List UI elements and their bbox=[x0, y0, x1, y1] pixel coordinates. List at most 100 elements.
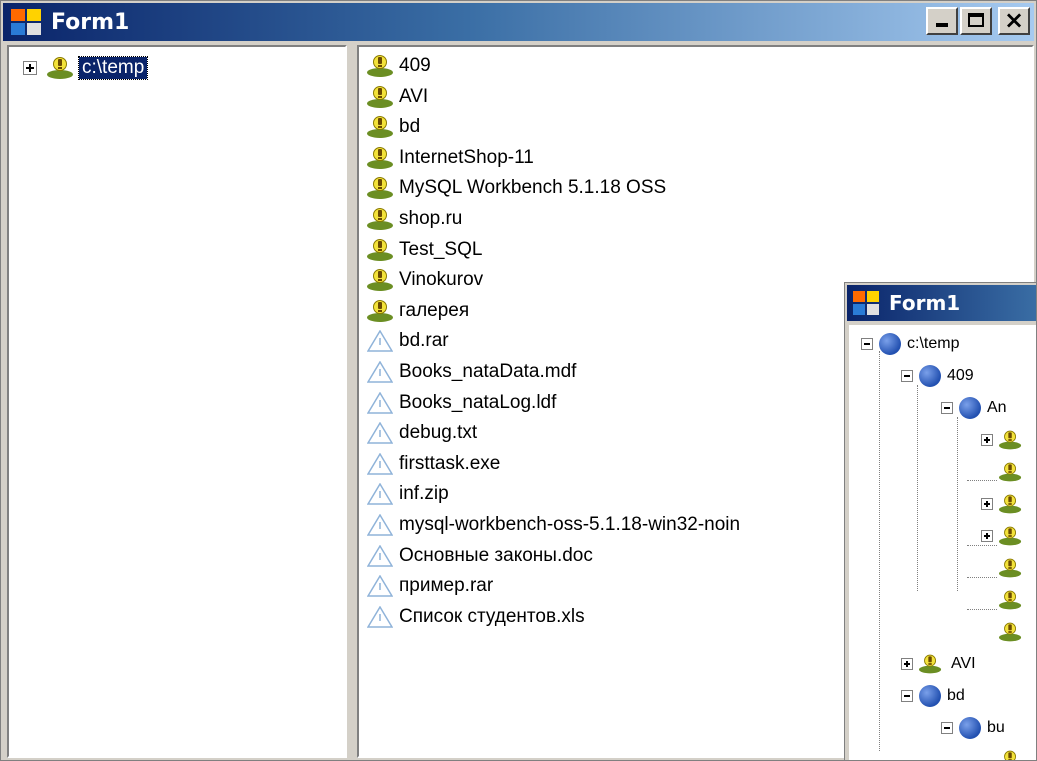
file-item[interactable]: mysql-workbench-oss-5.1.18-win32-noin bbox=[367, 510, 740, 540]
blue-sphere-icon bbox=[959, 397, 981, 419]
item-label: firsttask.exe bbox=[399, 452, 501, 474]
inset-node-label[interactable]: bu bbox=[987, 719, 1005, 737]
smiley-folder-icon bbox=[367, 85, 393, 108]
maximize-button[interactable] bbox=[960, 7, 992, 35]
collapse-minus-icon[interactable] bbox=[901, 690, 913, 702]
inset-node-child[interactable] bbox=[999, 745, 1025, 760]
folder-item[interactable]: Test_SQL bbox=[367, 235, 482, 265]
item-label: Books_nataLog.ldf bbox=[399, 391, 557, 413]
tree-guide-line bbox=[917, 385, 918, 591]
smiley-folder-icon bbox=[999, 462, 1022, 482]
minimize-icon bbox=[936, 23, 948, 27]
smiley-folder-icon bbox=[919, 654, 942, 674]
tree-node-label[interactable]: c:\temp bbox=[77, 56, 149, 80]
folder-item[interactable]: InternetShop-11 bbox=[367, 143, 534, 173]
smiley-folder-icon bbox=[367, 55, 393, 77]
expand-plus-icon[interactable] bbox=[981, 434, 993, 446]
inset-node-label[interactable]: 409 bbox=[947, 367, 974, 385]
folder-item[interactable]: галерея bbox=[367, 296, 469, 326]
expand-plus-icon[interactable] bbox=[23, 61, 37, 75]
expand-plus-icon[interactable] bbox=[981, 530, 993, 542]
inset-node-bu[interactable]: bu bbox=[941, 713, 1005, 743]
smiley-folder-icon bbox=[367, 299, 393, 322]
inset-node-an[interactable]: An bbox=[941, 393, 1007, 423]
expand-plus-icon[interactable] bbox=[981, 498, 993, 510]
smiley-folder-icon bbox=[367, 238, 393, 261]
file-item[interactable]: Список студентов.xls bbox=[367, 602, 585, 632]
tree-guide-line bbox=[967, 609, 997, 610]
inset-title-bar[interactable]: Form1 bbox=[847, 285, 1036, 321]
tree-guide-line bbox=[967, 577, 997, 578]
item-label: 409 bbox=[399, 55, 431, 76]
inset-node-avi[interactable]: AVI bbox=[901, 649, 976, 679]
smiley-folder-icon bbox=[999, 750, 1021, 760]
inset-node-child[interactable] bbox=[981, 489, 1025, 519]
inset-node-child[interactable] bbox=[999, 553, 1025, 583]
smiley-folder-icon bbox=[367, 116, 393, 139]
inset-node-child[interactable] bbox=[999, 617, 1025, 647]
folder-item[interactable]: Vinokurov bbox=[367, 265, 483, 295]
folder-item[interactable]: MySQL Workbench 5.1.18 OSS bbox=[367, 173, 666, 203]
smiley-folder-icon bbox=[999, 430, 1022, 450]
tree-guide-line bbox=[967, 480, 997, 481]
inset-node-child[interactable] bbox=[981, 425, 1025, 455]
inset-node-label[interactable]: AVI bbox=[951, 655, 976, 673]
file-item[interactable]: firsttask.exe bbox=[367, 449, 500, 479]
title-bar[interactable]: Form1 × bbox=[3, 3, 1034, 41]
close-button[interactable]: × bbox=[998, 6, 1030, 35]
item-label: Основные законы.doc bbox=[399, 544, 593, 566]
warning-triangle-icon bbox=[367, 361, 393, 383]
file-item[interactable]: inf.zip bbox=[367, 479, 449, 509]
inset-tree[interactable]: c:\temp 409 An AVI bd bu bbox=[849, 325, 1036, 760]
directory-tree[interactable]: c:\temp bbox=[7, 45, 347, 758]
minimize-button[interactable] bbox=[926, 7, 958, 35]
smiley-folder-icon bbox=[367, 208, 393, 230]
inset-node-label[interactable]: c:\temp bbox=[907, 335, 959, 353]
item-label: Список студентов.xls bbox=[399, 605, 585, 627]
folder-item[interactable]: 409 bbox=[367, 51, 431, 81]
smiley-folder-icon bbox=[47, 57, 73, 79]
item-label: bd bbox=[399, 116, 421, 138]
file-item[interactable]: Books_nataLog.ldf bbox=[367, 388, 556, 418]
inset-node-child[interactable] bbox=[999, 585, 1025, 615]
tree-guide-line bbox=[957, 417, 958, 591]
folder-item[interactable]: AVI bbox=[367, 82, 428, 112]
expand-plus-icon[interactable] bbox=[901, 658, 913, 670]
smiley-folder-icon bbox=[367, 177, 393, 200]
inset-node-bd[interactable]: bd bbox=[901, 681, 965, 711]
inset-node-label[interactable]: bd bbox=[947, 687, 965, 705]
inset-node-child[interactable] bbox=[981, 521, 1025, 551]
file-item[interactable]: Books_nataData.mdf bbox=[367, 357, 576, 387]
close-icon: × bbox=[1003, 6, 1025, 34]
inset-node-child[interactable] bbox=[999, 457, 1025, 487]
collapse-minus-icon[interactable] bbox=[941, 402, 953, 414]
folder-item[interactable]: bd bbox=[367, 112, 420, 142]
inset-node-409[interactable]: 409 bbox=[901, 361, 974, 391]
file-item[interactable]: пример.rar bbox=[367, 571, 493, 601]
tree-node-root[interactable]: c:\temp bbox=[23, 53, 149, 83]
smiley-folder-icon bbox=[999, 590, 1022, 610]
file-item[interactable]: Основные законы.doc bbox=[367, 541, 593, 571]
item-label: shop.ru bbox=[399, 208, 463, 229]
item-label: bd.rar bbox=[399, 330, 449, 352]
item-label: inf.zip bbox=[399, 483, 449, 505]
folder-item[interactable]: shop.ru bbox=[367, 204, 462, 234]
warning-triangle-icon bbox=[367, 544, 393, 567]
inset-node-root[interactable]: c:\temp bbox=[861, 329, 959, 359]
window-title: Form1 bbox=[51, 9, 130, 35]
collapse-minus-icon[interactable] bbox=[941, 722, 953, 734]
collapse-minus-icon[interactable] bbox=[901, 370, 913, 382]
item-label: Books_nataData.mdf bbox=[399, 361, 577, 382]
inset-app-icon bbox=[853, 291, 881, 315]
warning-triangle-icon bbox=[367, 330, 393, 353]
file-item[interactable]: debug.txt bbox=[367, 418, 477, 448]
inset-node-label[interactable]: An bbox=[987, 399, 1007, 417]
caption-buttons: × bbox=[926, 6, 1030, 35]
inset-window-title: Form1 bbox=[889, 291, 961, 315]
file-item[interactable]: bd.rar bbox=[367, 326, 449, 356]
collapse-minus-icon[interactable] bbox=[861, 338, 873, 350]
smiley-folder-icon bbox=[999, 622, 1022, 642]
item-label: AVI bbox=[399, 85, 429, 107]
item-label: MySQL Workbench 5.1.18 OSS bbox=[399, 177, 667, 199]
warning-triangle-icon bbox=[367, 514, 393, 536]
